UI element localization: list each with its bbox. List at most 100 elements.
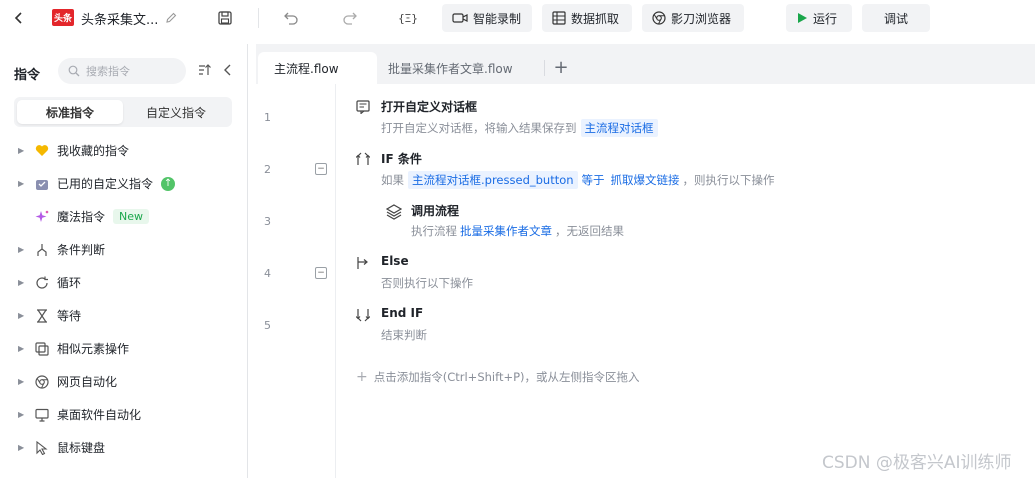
sidebar-item-condition[interactable]: ▶ 条件判断 (0, 233, 247, 266)
variable-icon[interactable]: {Ξ} (396, 9, 420, 27)
save-icon[interactable] (216, 9, 234, 27)
browser-button[interactable]: 影刀浏览器 (642, 4, 744, 32)
add-hint-text: 点击添加指令(Ctrl+Shift+P)，或从左侧指令区拖入 (373, 370, 640, 384)
play-icon (798, 13, 807, 23)
line-number: 4 (264, 267, 271, 280)
sidebar-item-loop[interactable]: ▶ 循环 (0, 266, 247, 299)
redo-icon[interactable] (341, 9, 359, 27)
fold-toggle-icon[interactable]: − (315, 163, 327, 175)
watermark: CSDN @极客兴AI训练师 (822, 453, 1012, 473)
project-title[interactable]: 头条采集文... (81, 9, 158, 28)
new-badge: New (113, 209, 150, 224)
desc-text: 如果 (381, 173, 404, 187)
variable-chip[interactable]: 主流程对话框.pressed_button (408, 171, 578, 189)
sidebar-item-mouse-keyboard[interactable]: ▶ 鼠标键盘 (0, 431, 247, 464)
step-title: 打开自定义对话框 (381, 100, 478, 114)
expand-caret-icon[interactable]: ▶ (18, 443, 28, 452)
search-input[interactable] (86, 64, 176, 78)
undo-icon[interactable] (282, 9, 300, 27)
sidebar-item-label: 等待 (57, 309, 82, 323)
expand-caret-icon[interactable]: ▶ (18, 245, 28, 254)
desc-text: ，无返回结果 (555, 224, 624, 238)
sidebar-item-label: 魔法指令 (57, 210, 106, 224)
box-icon (34, 176, 50, 192)
end-if-icon (355, 308, 372, 324)
tab-standard[interactable]: 标准指令 (17, 100, 123, 124)
add-instruction-hint[interactable]: + 点击添加指令(Ctrl+Shift+P)，或从左侧指令区拖入 (356, 369, 640, 385)
expand-caret-icon[interactable]: ▶ (18, 146, 28, 155)
run-button[interactable]: 运行 (786, 4, 852, 32)
add-tab-icon[interactable]: + (552, 56, 570, 78)
debug-button[interactable]: 调试 (862, 4, 930, 32)
data-capture-label: 数据抓取 (571, 11, 620, 26)
desc-text: 执行流程 (411, 224, 457, 238)
collapse-sidebar-icon[interactable] (220, 62, 236, 78)
top-toolbar: 头条 头条采集文... {Ξ} 智能录制 数据抓取 影刀浏览器 运行 调试 (0, 0, 1035, 36)
plus-icon: + (356, 369, 368, 385)
sidebar-item-label: 桌面软件自动化 (57, 408, 142, 422)
tab-main-flow[interactable]: 主流程.flow (258, 52, 377, 84)
similar-icon (34, 341, 50, 357)
else-branch-icon (356, 256, 372, 272)
expand-caret-icon[interactable]: ▶ (18, 278, 28, 287)
upgrade-arrow-icon[interactable]: ↑ (161, 176, 176, 191)
heart-icon (34, 143, 50, 159)
edit-icon[interactable] (162, 9, 180, 27)
search-icon (68, 65, 80, 77)
step-title: IF 条件 (381, 152, 422, 166)
step-description: 执行流程 批量采集作者文章 ，无返回结果 (411, 223, 624, 239)
loop-icon (34, 275, 50, 291)
sort-icon[interactable] (197, 62, 213, 78)
file-tab-bar: 主流程.flow 批量采集作者文章.flow + (256, 44, 1035, 84)
instruction-search[interactable] (58, 58, 186, 84)
sidebar-item-label: 我收藏的指令 (57, 144, 130, 158)
browser-icon (34, 374, 50, 390)
back-icon[interactable] (10, 9, 28, 27)
hourglass-icon (34, 308, 50, 324)
dialog-icon (356, 100, 372, 116)
sidebar-item-favorites[interactable]: ▶ 我收藏的指令 (0, 134, 247, 167)
tab-divider (544, 60, 545, 76)
line-number: 3 (264, 215, 271, 228)
sidebar-item-used-custom[interactable]: ▶ 已用的自定义指令 ↑ (0, 167, 247, 200)
layers-icon (385, 204, 403, 220)
sidebar-item-desktop-automation[interactable]: ▶ 桌面软件自动化 (0, 398, 247, 431)
toolbar-divider (258, 8, 259, 28)
monitor-icon (34, 407, 50, 423)
fold-toggle-icon[interactable]: − (315, 267, 327, 279)
step-title: End IF (381, 306, 424, 320)
sidebar-item-magic[interactable]: 魔法指令 New (0, 200, 247, 233)
step-description: 打开自定义对话框，将输入结果保存到 主流程对话框 (381, 119, 662, 137)
line-gutter: 1 2 − 3 4 − 5 (256, 84, 336, 478)
expand-caret-icon[interactable]: ▶ (18, 377, 28, 386)
smart-record-button[interactable]: 智能录制 (442, 4, 532, 32)
line-number: 1 (264, 111, 271, 124)
tab-batch-collect-flow[interactable]: 批量采集作者文章.flow (388, 52, 513, 84)
step-description: 结束判断 (381, 328, 427, 342)
table-icon (552, 11, 566, 25)
variable-chip[interactable]: 主流程对话框 (580, 119, 658, 137)
sidebar-item-web-automation[interactable]: ▶ 网页自动化 (0, 365, 247, 398)
expand-caret-icon[interactable]: ▶ (18, 179, 28, 188)
expand-caret-icon[interactable]: ▶ (18, 311, 28, 320)
run-label: 运行 (813, 11, 838, 26)
instruction-tree: ▶ 我收藏的指令 ▶ 已用的自定义指令 ↑ 魔法指令 New ▶ 条件判断 ▶ … (0, 134, 247, 464)
expand-caret-icon[interactable]: ▶ (18, 344, 28, 353)
tab-custom[interactable]: 自定义指令 (123, 100, 229, 124)
if-branch-icon (355, 152, 372, 168)
video-icon (452, 13, 468, 23)
expand-caret-icon[interactable]: ▶ (18, 410, 28, 419)
desc-text: 打开自定义对话框，将输入结果保存到 (381, 121, 577, 135)
instruction-type-tabs: 标准指令 自定义指令 (14, 97, 232, 127)
data-capture-button[interactable]: 数据抓取 (542, 4, 632, 32)
line-number: 2 (264, 163, 271, 176)
value-text: 抓取爆文链接 (610, 173, 680, 187)
desc-text: ，则执行以下操作 (682, 173, 775, 187)
flow-link[interactable]: 批量采集作者文章 (460, 223, 552, 239)
smart-record-label: 智能录制 (473, 11, 522, 26)
sidebar-item-wait[interactable]: ▶ 等待 (0, 299, 247, 332)
sidebar-heading: 指令 (14, 68, 41, 83)
browser-icon (652, 11, 666, 25)
sidebar-item-label: 鼠标键盘 (57, 441, 106, 455)
sidebar-item-similar-elements[interactable]: ▶ 相似元素操作 (0, 332, 247, 365)
